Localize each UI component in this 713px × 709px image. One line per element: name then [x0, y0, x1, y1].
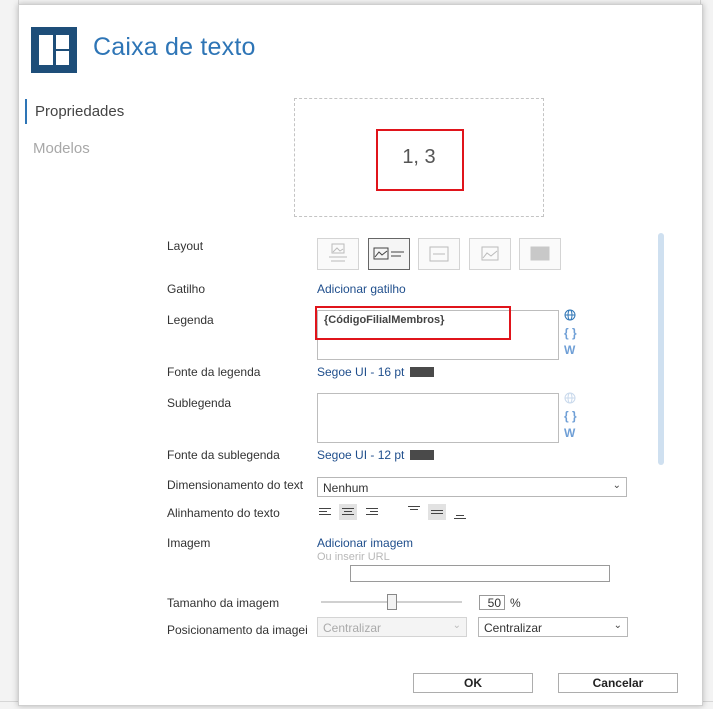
subtitle-input[interactable] [317, 393, 559, 443]
layout-image-left-option[interactable] [368, 238, 410, 270]
subtitle-font-link[interactable]: Segoe UI - 12 pt [317, 448, 404, 462]
text-align-label: Alinhamento do texto [167, 506, 280, 520]
align-left-icon[interactable] [317, 504, 335, 520]
scrollbar-thumb[interactable] [658, 233, 664, 465]
subtitle-w-icon[interactable]: W [564, 426, 575, 440]
layout-text-only-option[interactable] [418, 238, 460, 270]
dialog-title: Caixa de texto [93, 33, 256, 61]
ok-button[interactable]: OK [413, 673, 533, 693]
braces-icon[interactable]: { } [564, 326, 577, 340]
align-right-icon[interactable] [362, 504, 380, 520]
image-url-input[interactable] [350, 565, 610, 582]
align-bottom-icon[interactable] [451, 504, 469, 520]
align-top-icon[interactable] [405, 504, 423, 520]
image-position-horizontal-select[interactable]: Centralizar ⌄ [317, 617, 467, 637]
image-size-unit: % [510, 596, 521, 610]
image-position-label: Posicionamento da imagei [167, 623, 308, 637]
caption-font-label: Fonte da legenda [167, 365, 261, 379]
chevron-down-icon: ⌄ [452, 620, 461, 631]
subtitle-globe-icon[interactable] [564, 392, 576, 407]
image-position-horizontal-value: Centralizar [323, 621, 382, 635]
chevron-down-icon: ⌄ [613, 620, 622, 631]
nav-item-templates[interactable]: Modelos [25, 136, 124, 161]
url-hint: Ou inserir URL [317, 551, 390, 563]
image-position-vertical-value: Centralizar [484, 621, 543, 635]
trigger-label: Gatilho [167, 282, 206, 296]
subtitle-font-label: Fonte da sublegenda [167, 448, 280, 462]
w-icon[interactable]: W [564, 343, 575, 357]
side-nav: Propriedades Modelos [25, 99, 124, 173]
image-position-vertical-select[interactable]: Centralizar ⌄ [478, 617, 628, 637]
add-trigger-link[interactable]: Adicionar gatilho [317, 282, 406, 296]
layout-image-top-option[interactable] [317, 238, 359, 270]
image-size-input[interactable]: 50 [479, 595, 505, 610]
layout-image-only-option[interactable] [469, 238, 511, 270]
preview-highlight [376, 129, 464, 191]
add-image-link[interactable]: Adicionar imagem [317, 536, 413, 550]
text-sizing-value: Nenhum [323, 481, 369, 495]
chevron-down-icon: ⌄ [612, 480, 621, 491]
caption-label: Legenda [167, 313, 214, 327]
align-center-icon[interactable] [339, 504, 357, 520]
subtitle-braces-icon[interactable]: { } [564, 409, 577, 423]
caption-highlight [315, 306, 511, 340]
caption-font-link[interactable]: Segoe UI - 16 pt [317, 365, 404, 379]
globe-icon[interactable] [564, 309, 576, 324]
text-sizing-select[interactable]: Nenhum ⌄ [317, 477, 627, 497]
subtitle-color-swatch[interactable] [410, 450, 434, 460]
text-box-dialog: Caixa de texto Propriedades Modelos 1, 3… [18, 4, 703, 706]
nav-item-properties[interactable]: Propriedades [25, 99, 124, 124]
image-size-slider-thumb[interactable] [386, 594, 397, 610]
layout-fill-option[interactable] [519, 238, 561, 270]
text-box-logo-icon [31, 27, 77, 73]
text-sizing-label: Dimensionamento do text [167, 478, 304, 492]
layout-label: Layout [167, 239, 204, 253]
cancel-button[interactable]: Cancelar [558, 673, 678, 693]
image-label: Imagem [167, 536, 211, 550]
subtitle-label: Sublegenda [167, 396, 232, 410]
caption-color-swatch[interactable] [410, 367, 434, 377]
align-middle-icon[interactable] [428, 504, 446, 520]
image-size-label: Tamanho da imagem [167, 596, 280, 610]
background-app-left [0, 0, 19, 709]
